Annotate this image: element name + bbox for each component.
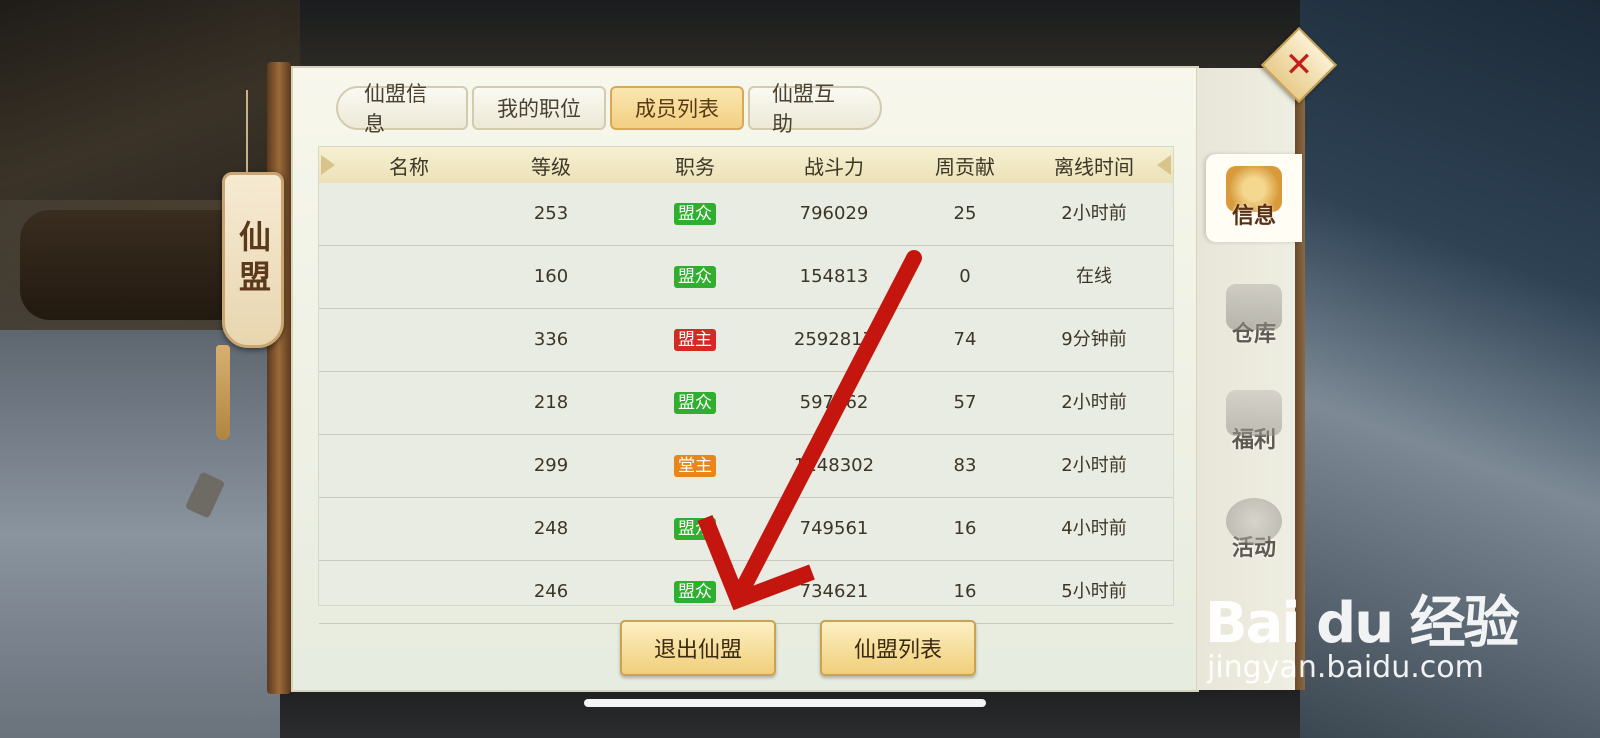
guild-list-button[interactable]: 仙盟列表	[820, 620, 976, 676]
close-icon: ✕	[1284, 45, 1314, 85]
cell-power: 734621	[799, 581, 869, 602]
guild-tag: 仙盟	[222, 172, 284, 348]
header-ornament-left	[321, 155, 335, 175]
table-header: 名称 等级 职务 战斗力 周贡献 离线时间	[319, 147, 1173, 183]
cell-level: 299	[533, 455, 569, 476]
cell-power: 2592817	[793, 329, 875, 350]
watermark-logo: Bai du 经验	[1205, 591, 1520, 656]
cell-role: 盟众	[645, 183, 745, 245]
warehouse-icon	[1226, 284, 1282, 330]
scenery-cart	[20, 210, 250, 320]
side-nav-info-label: 信息	[1231, 204, 1276, 229]
scenery-ground	[0, 330, 280, 738]
cell-offline: 2小时前	[1061, 203, 1127, 224]
home-indicator[interactable]	[584, 699, 986, 707]
table-body: 253 盟众 796029 25 2小时前 160 盟众 154813 0 在线 336 盟主 2592…	[319, 183, 1173, 624]
cell-level: 336	[533, 329, 569, 350]
watermark-url: jingyan.baidu.com	[1207, 650, 1484, 685]
baidu-watermark: Bai du 经验 jingyan.baidu.com	[1205, 558, 1585, 688]
cell-weekly: 25	[953, 203, 977, 224]
tab-member-list[interactable]: 成员列表	[610, 86, 744, 130]
table-row[interactable]: 253 盟众 796029 25 2小时前	[319, 183, 1173, 246]
cell-role: 盟众	[645, 498, 745, 560]
cell-level: 160	[533, 266, 569, 287]
guild-tag-label: 仙盟	[234, 220, 272, 300]
cell-role: 堂主	[645, 435, 745, 497]
cell-name	[359, 498, 459, 560]
role-badge: 盟众	[674, 392, 716, 414]
cell-level: 218	[533, 392, 569, 413]
cell-level: 253	[533, 203, 569, 224]
header-power[interactable]: 战斗力	[779, 151, 889, 180]
role-badge: 盟众	[674, 203, 716, 225]
cell-power: 749561	[799, 518, 869, 539]
tab-guild-info[interactable]: 仙盟信息	[336, 82, 468, 136]
cell-weekly: 16	[953, 581, 977, 602]
header-name[interactable]: 名称	[359, 151, 459, 180]
role-badge: 盟众	[674, 581, 716, 603]
lantern-icon	[1226, 498, 1282, 544]
cell-power: 154813	[799, 266, 869, 287]
cell-role: 盟众	[645, 246, 745, 308]
role-badge: 盟众	[674, 518, 716, 540]
cell-power: 796029	[799, 203, 869, 224]
quit-guild-button[interactable]: 退出仙盟	[620, 620, 776, 676]
tag-string	[246, 90, 248, 180]
member-table: 名称 等级 职务 战斗力 周贡献 离线时间 253 盟众 796029 25 2小时前 1…	[318, 146, 1174, 624]
cell-power: 597062	[799, 392, 869, 413]
side-nav-welfare[interactable]: 福利	[1206, 378, 1302, 466]
cell-role: 盟众	[645, 561, 745, 623]
role-badge: 盟众	[674, 266, 716, 288]
scenery-roof	[0, 0, 300, 200]
cell-offline: 4小时前	[1061, 518, 1127, 539]
cell-name	[359, 183, 459, 245]
cell-offline: 在线	[1076, 266, 1112, 287]
cell-level: 246	[533, 581, 569, 602]
table-row[interactable]: 248 盟众 749561 16 4小时前	[319, 498, 1173, 561]
cell-offline: 2小时前	[1061, 455, 1127, 476]
scenery-top-beam	[280, 0, 1300, 70]
role-badge: 盟主	[674, 329, 716, 351]
cell-role: 盟主	[645, 309, 745, 371]
header-weekly[interactable]: 周贡献	[915, 151, 1015, 180]
cell-weekly: 74	[953, 329, 977, 350]
cell-name	[359, 309, 459, 371]
table-row[interactable]: 160 盟众 154813 0 在线	[319, 246, 1173, 309]
cell-level: 248	[533, 518, 569, 539]
header-role[interactable]: 职务	[645, 151, 745, 180]
cell-weekly: 16	[953, 518, 977, 539]
cell-role: 盟众	[645, 372, 745, 434]
scroll-rod	[267, 62, 291, 694]
header-ornament-right	[1157, 155, 1171, 175]
cell-power: 1148302	[793, 455, 875, 476]
header-offline[interactable]: 离线时间	[1039, 151, 1149, 180]
table-row[interactable]: 299 堂主 1148302 83 2小时前	[319, 435, 1173, 498]
role-badge: 堂主	[674, 455, 716, 477]
table-row[interactable]: 336 盟主 2592817 74 9分钟前	[319, 309, 1173, 372]
side-nav-info[interactable]: 信息	[1206, 154, 1302, 242]
tab-guild-help[interactable]: 仙盟互助	[748, 82, 882, 136]
cell-name	[359, 246, 459, 308]
cell-name	[359, 561, 459, 623]
cell-weekly: 83	[953, 455, 977, 476]
tassel-icon	[216, 345, 230, 440]
cell-offline: 2小时前	[1061, 392, 1127, 413]
tab-my-position[interactable]: 我的职位	[472, 86, 606, 130]
scenery-bottom	[280, 690, 1300, 738]
gift-icon	[1226, 390, 1282, 436]
cell-offline: 9分钟前	[1061, 329, 1127, 350]
header-level[interactable]: 等级	[501, 151, 601, 180]
cell-name	[359, 435, 459, 497]
tab-bar: 仙盟信息 我的职位 成员列表 仙盟互助	[336, 82, 882, 136]
table-row[interactable]: 218 盟众 597062 57 2小时前	[319, 372, 1173, 435]
cell-weekly: 57	[953, 392, 977, 413]
table-row[interactable]: 246 盟众 734621 16 5小时前	[319, 561, 1173, 624]
side-nav-warehouse[interactable]: 仓库	[1206, 272, 1302, 360]
cell-offline: 5小时前	[1061, 581, 1127, 602]
cell-weekly: 0	[959, 266, 971, 287]
cell-name	[359, 372, 459, 434]
